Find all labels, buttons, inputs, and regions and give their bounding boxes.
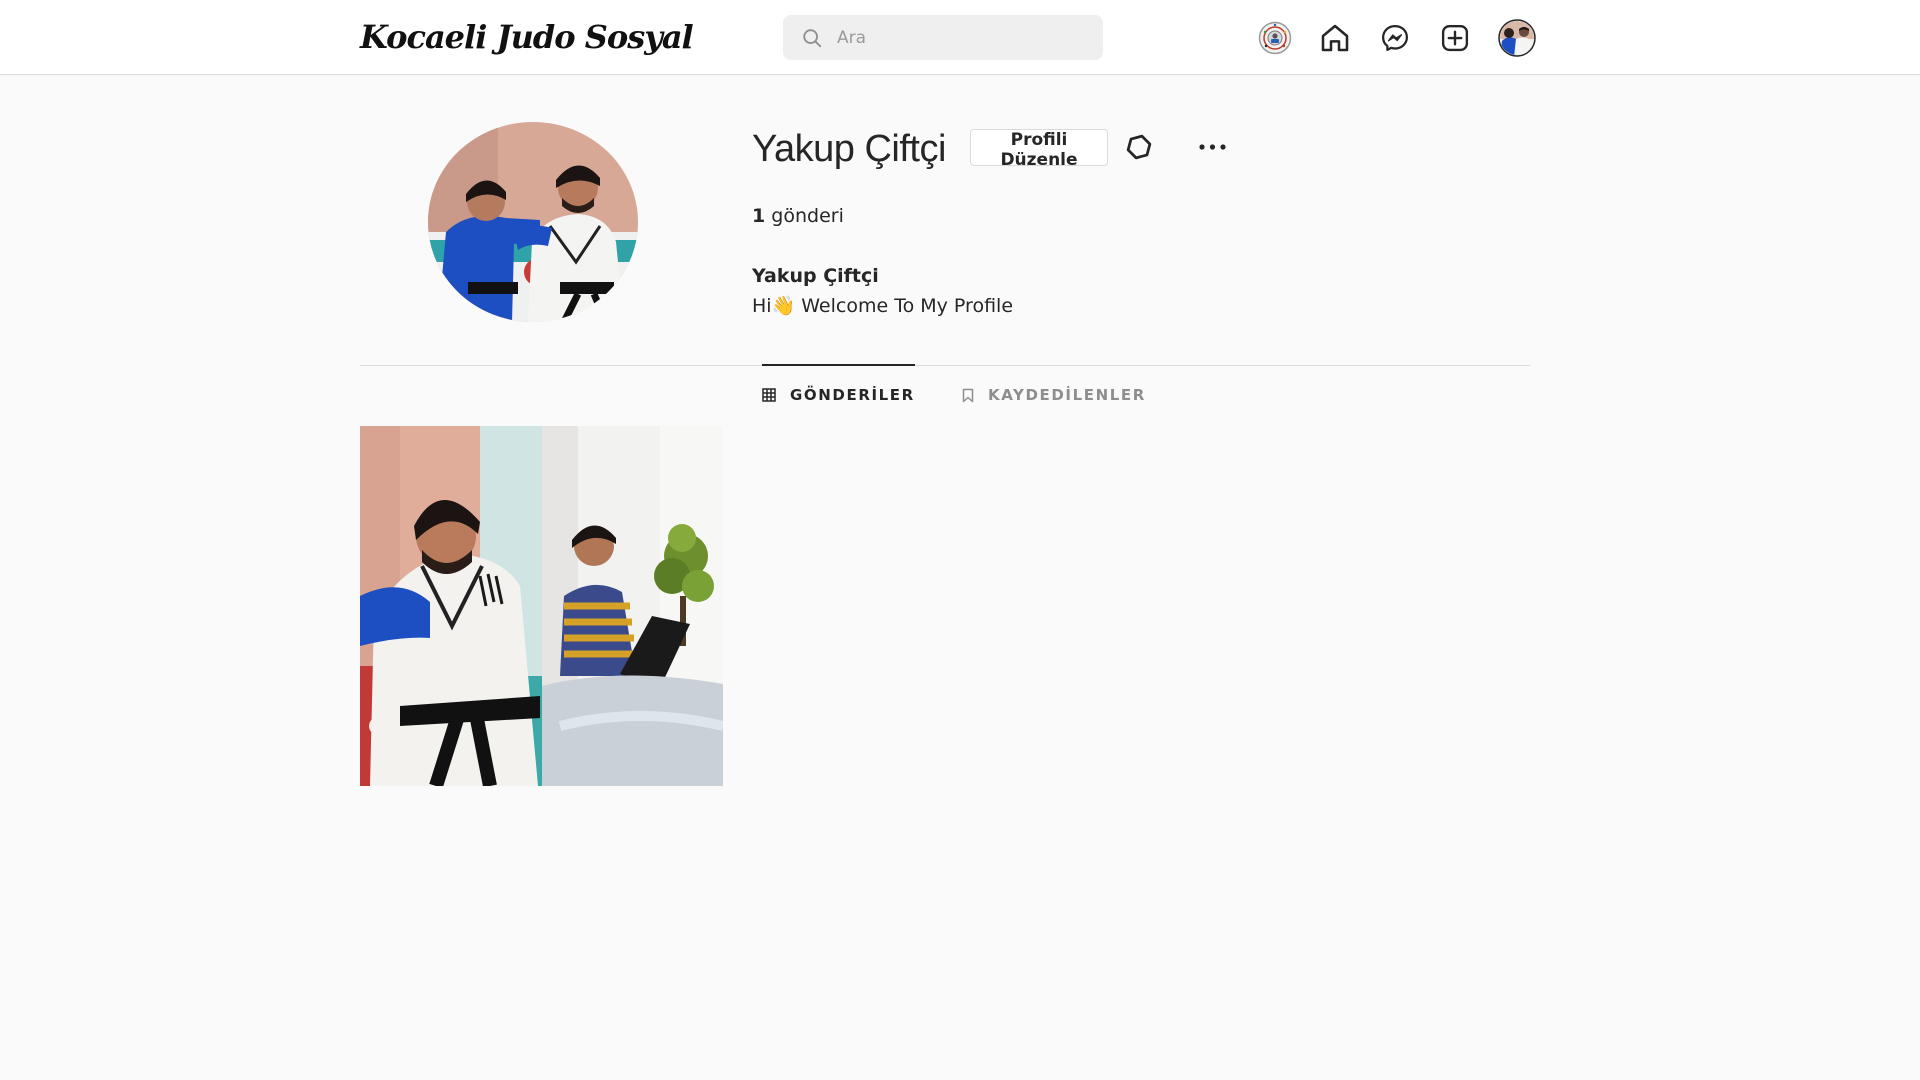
profile-photo[interactable] <box>428 122 638 322</box>
home-icon[interactable] <box>1315 18 1355 58</box>
post-count: 1 gönderi <box>752 203 844 229</box>
bio-text: Hi👋 Welcome To My Profile <box>752 295 1014 317</box>
tab-saved[interactable]: KAYDEDİLENLER <box>962 365 1146 425</box>
grid-icon <box>762 388 776 402</box>
edit-profile-button[interactable]: Profili Düzenle <box>970 129 1108 170</box>
more-options-icon[interactable] <box>1195 129 1231 165</box>
bio-full-name: Yakup Çiftçi <box>752 265 879 287</box>
search-icon <box>801 27 823 49</box>
search-box[interactable] <box>783 15 1103 60</box>
tab-posts[interactable]: GÖNDERİLER <box>762 364 915 424</box>
site-logo[interactable]: Kocaeli Judo Sosyal <box>360 15 694 60</box>
tab-posts-label: GÖNDERİLER <box>790 386 915 404</box>
search-input[interactable] <box>837 27 1077 48</box>
avatar[interactable] <box>1497 18 1537 58</box>
post-count-label: gönderi <box>771 205 844 227</box>
judo-federation-icon[interactable] <box>1255 18 1295 58</box>
post-count-value: 1 <box>752 205 766 227</box>
tabs-divider <box>360 365 1530 366</box>
profile-username: Yakup Çiftçi <box>752 128 946 170</box>
bookmark-icon <box>962 388 974 403</box>
tab-saved-label: KAYDEDİLENLER <box>988 386 1146 404</box>
post-thumbnail[interactable] <box>360 426 723 786</box>
messenger-icon[interactable] <box>1375 18 1415 58</box>
top-navigation-bar: Kocaeli Judo Sosyal <box>0 0 1920 75</box>
add-post-icon[interactable] <box>1435 18 1475 58</box>
settings-icon[interactable] <box>1121 129 1157 165</box>
